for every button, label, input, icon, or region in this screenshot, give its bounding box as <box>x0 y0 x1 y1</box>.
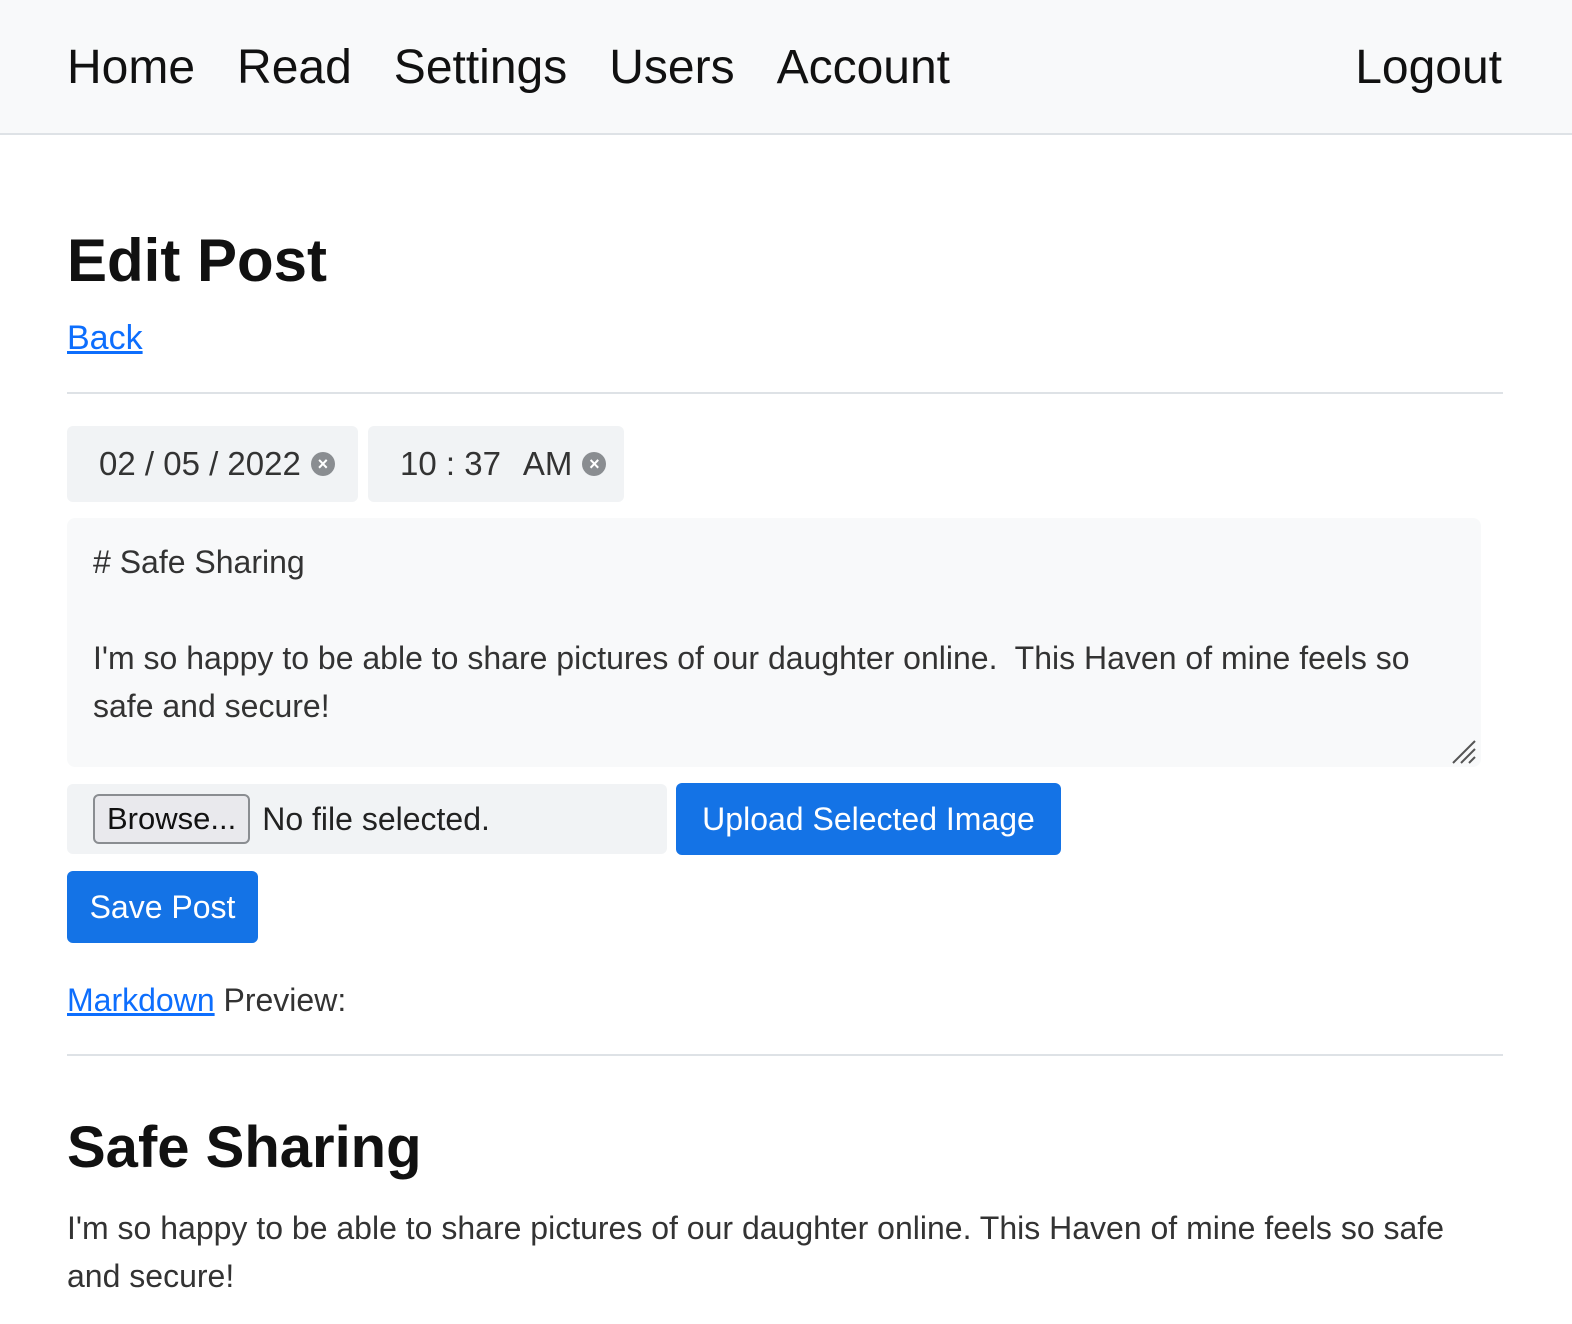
preview-label-text: Preview: <box>214 982 347 1018</box>
time-period: AM <box>522 445 573 482</box>
date-input[interactable]: 02 / 05 / 2022 × <box>67 426 358 502</box>
upload-image-button[interactable]: Upload Selected Image <box>676 783 1061 855</box>
time-input[interactable]: 10 : 37 AM × <box>368 426 624 502</box>
nav-settings-link[interactable]: Settings <box>394 40 567 96</box>
nav-users-link[interactable]: Users <box>609 40 734 96</box>
save-post-button[interactable]: Save Post <box>67 871 258 943</box>
markdown-link[interactable]: Markdown <box>67 982 215 1018</box>
file-input: Browse... No file selected. <box>67 784 667 854</box>
divider <box>67 1054 1503 1056</box>
nav-home-link[interactable]: Home <box>67 40 195 96</box>
resize-handle-icon[interactable] <box>1451 739 1477 765</box>
time-clear-icon[interactable]: × <box>582 452 607 476</box>
post-body-textarea[interactable]: # Safe Sharing I'm so happy to be able t… <box>67 518 1481 767</box>
divider <box>67 392 1503 394</box>
date-clear-icon[interactable]: × <box>310 452 335 476</box>
nav-read-link[interactable]: Read <box>237 40 352 96</box>
browse-button[interactable]: Browse... <box>93 794 251 844</box>
preview-body: I'm so happy to be able to share picture… <box>67 1210 1444 1294</box>
nav-account-link[interactable]: Account <box>777 40 950 96</box>
top-navbar: Home Read Settings Users Account Logout <box>0 0 1572 135</box>
back-link[interactable]: Back <box>67 318 143 358</box>
preview-label: Markdown Preview: <box>67 980 346 1020</box>
date-value: 02 / 05 / 2022 <box>99 445 301 482</box>
time-value: 10 : 37 <box>400 445 501 482</box>
nav-links: Home Read Settings Users Account <box>67 40 992 96</box>
preview-heading: Safe Sharing <box>67 1115 422 1180</box>
nav-logout-link[interactable]: Logout <box>1355 40 1502 96</box>
file-status: No file selected. <box>262 800 490 837</box>
page-title: Edit Post <box>67 227 328 294</box>
